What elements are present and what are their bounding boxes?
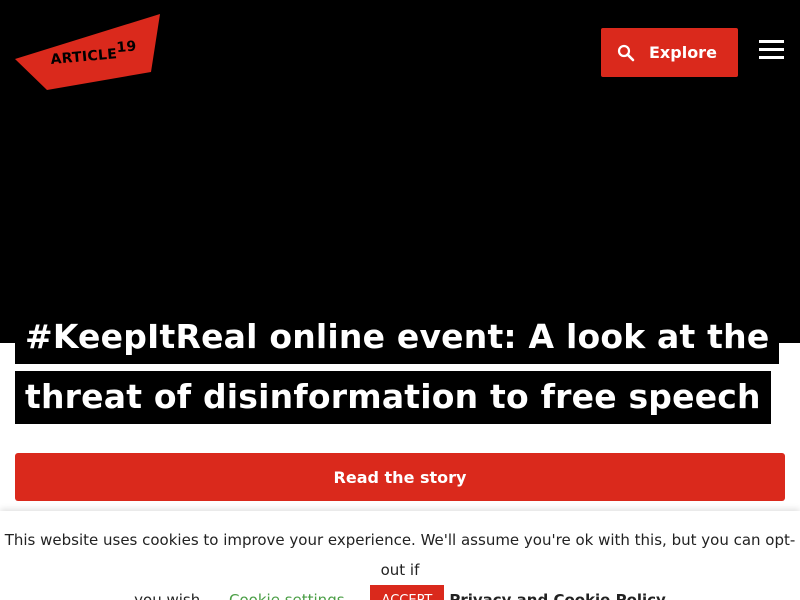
- hamburger-menu-icon[interactable]: [759, 38, 785, 62]
- headline-text: #KeepItReal online event: A look at the …: [15, 311, 780, 424]
- cookie-banner: This website uses cookies to improve you…: [0, 511, 800, 600]
- cookie-message-line1: This website uses cookies to improve you…: [4, 531, 796, 579]
- accept-cookies-button[interactable]: ACCEPT: [369, 585, 445, 600]
- cookie-message: This website uses cookies to improve you…: [0, 525, 800, 600]
- search-icon: [617, 44, 635, 62]
- explore-button[interactable]: Explore: [601, 28, 738, 77]
- read-the-story-button[interactable]: Read the story: [15, 453, 785, 501]
- article-headline: #KeepItReal online event: A look at the …: [15, 307, 785, 427]
- privacy-policy-link[interactable]: Privacy and Cookie Policy: [449, 585, 665, 600]
- article19-logo[interactable]: ARTICLE19: [15, 14, 161, 92]
- explore-label: Explore: [649, 43, 717, 62]
- cookie-message-line2: you wish. Cookie settings ACCEPT Privacy…: [0, 585, 800, 600]
- cookie-settings-link[interactable]: Cookie settings: [229, 585, 345, 600]
- page: ARTICLE19 Explore #KeepItReal online eve…: [0, 0, 800, 600]
- cookie-message-tail: you wish.: [134, 591, 206, 600]
